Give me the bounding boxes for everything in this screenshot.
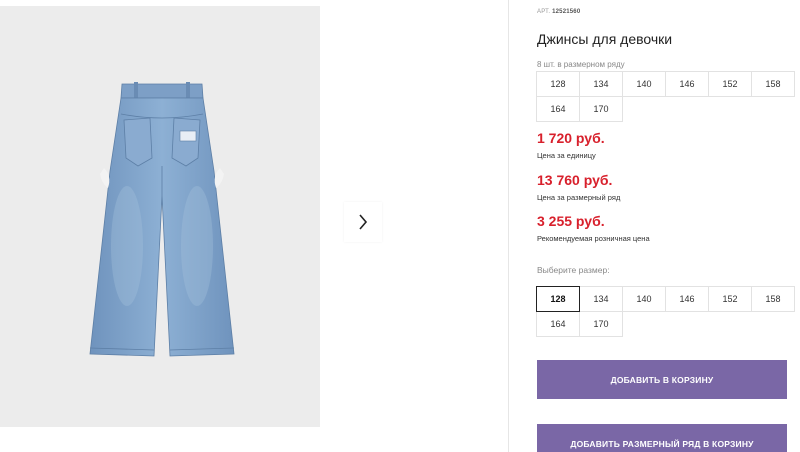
- set-size-cell: 134: [579, 71, 623, 97]
- size-option[interactable]: 158: [751, 286, 795, 312]
- set-price-label: Цена за размерный ряд: [537, 193, 621, 202]
- set-size-grid: 128 134 140 146 152 158 164 170: [536, 71, 795, 122]
- article-number: АРТ. 12521560: [537, 9, 580, 15]
- size-option[interactable]: 164: [536, 311, 580, 337]
- size-option[interactable]: 140: [622, 286, 666, 312]
- size-option[interactable]: 134: [579, 286, 623, 312]
- size-option-selected[interactable]: 128: [536, 286, 580, 312]
- set-size-cell: 128: [536, 71, 580, 97]
- size-selector: 128 134 140 146 152 158 164 170: [536, 286, 795, 337]
- article-label: АРТ.: [537, 9, 551, 15]
- set-size-cell: 152: [708, 71, 752, 97]
- choose-size-label: Выберите размер:: [537, 265, 610, 275]
- add-set-to-cart-button[interactable]: ДОБАВИТЬ РАЗМЕРНЫЙ РЯД В КОРЗИНУ: [537, 424, 787, 452]
- set-price: 13 760 руб.: [537, 172, 613, 188]
- size-option[interactable]: 146: [665, 286, 709, 312]
- jeans-image: [89, 82, 235, 357]
- product-photo[interactable]: [0, 6, 320, 427]
- column-divider: [508, 0, 509, 452]
- size-option[interactable]: 170: [579, 311, 623, 337]
- set-size-cell: 164: [536, 96, 580, 122]
- add-to-cart-button[interactable]: ДОБАВИТЬ В КОРЗИНУ: [537, 360, 787, 399]
- unit-price-label: Цена за единицу: [537, 151, 596, 160]
- product-info: АРТ. 12521560 Джинсы для девочки 8 шт. в…: [536, 0, 800, 452]
- set-size-cell: 140: [622, 71, 666, 97]
- size-option[interactable]: 152: [708, 286, 752, 312]
- chevron-right-icon: [359, 214, 368, 230]
- product-gallery: [0, 6, 508, 427]
- article-value: 12521560: [552, 9, 581, 15]
- retail-price-label: Рекомендуемая розничная цена: [537, 234, 650, 243]
- set-size-cell: 146: [665, 71, 709, 97]
- unit-price: 1 720 руб.: [537, 130, 605, 146]
- set-size-cell: 158: [751, 71, 795, 97]
- next-image-button[interactable]: [344, 202, 382, 242]
- set-size-note: 8 шт. в размерном ряду: [537, 60, 625, 69]
- set-size-cell: 170: [579, 96, 623, 122]
- retail-price: 3 255 руб.: [537, 213, 605, 229]
- product-title: Джинсы для девочки: [537, 31, 673, 47]
